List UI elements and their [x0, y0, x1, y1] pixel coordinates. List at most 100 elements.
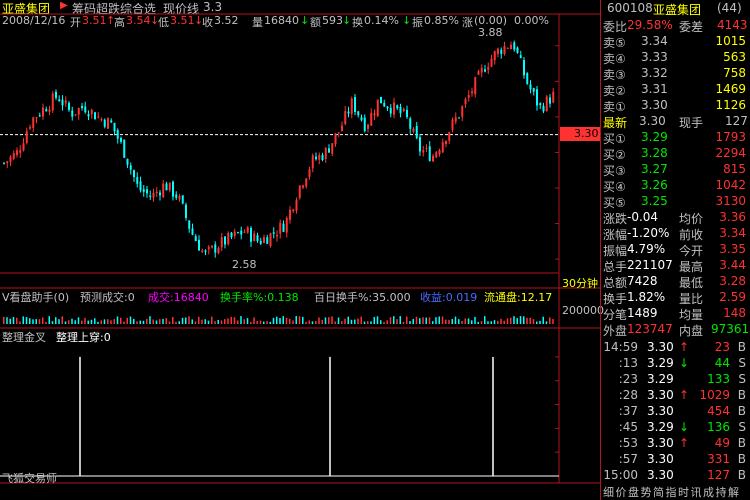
stat-label: 振幅: [603, 244, 628, 258]
volume-bar: [542, 316, 544, 324]
candle-body: [204, 250, 207, 252]
volume-bar: [328, 317, 330, 324]
tick-row: 14:59 3.30 ↑ 23 B: [601, 340, 750, 356]
candle-body: [159, 192, 161, 196]
volume-bar: [477, 321, 479, 324]
volume-bar: [490, 321, 492, 324]
candle-body: [269, 233, 272, 246]
bid-volume: 815: [723, 162, 746, 176]
signal-panel-title[interactable]: 整理金叉: [2, 329, 46, 345]
volume-bar: [113, 319, 115, 324]
volume-bar: [341, 321, 343, 324]
candle-body: [61, 99, 64, 106]
candle-body: [110, 120, 113, 123]
candle-body: [129, 165, 132, 170]
period-label[interactable]: 30分钟: [562, 275, 598, 291]
candle-body: [545, 96, 548, 112]
current-price-value: 3.30: [574, 127, 599, 140]
candle-body: [536, 89, 538, 106]
tick-row: :23 3.29 133 S: [601, 372, 750, 388]
candle-body: [113, 122, 116, 132]
tick-side: S: [738, 372, 746, 386]
volume-bar: [224, 319, 226, 324]
tick-price: 3.30: [647, 404, 674, 418]
bid-label: 买④: [603, 180, 626, 194]
volume-bar: [168, 321, 171, 324]
volume-bar: [428, 317, 431, 324]
volume-bar: [321, 319, 323, 324]
down-arrow-icon: ↓: [679, 420, 690, 434]
bid-row: 买⑤ 3.25 3130: [601, 194, 750, 210]
volume-bar: [133, 318, 135, 324]
volume-bar: [172, 317, 174, 324]
candle-body: [246, 227, 249, 233]
tick-time: 15:00: [603, 468, 638, 482]
candle-body: [380, 96, 382, 104]
candle-body: [68, 102, 70, 110]
candle-body: [279, 222, 282, 234]
candle-body: [347, 111, 350, 114]
candle-body: [146, 189, 148, 194]
tick-price: 3.30: [647, 436, 674, 450]
bid-volume: 2294: [715, 146, 746, 160]
up-arrow-icon: ↑: [679, 436, 690, 450]
candle-body: [201, 250, 204, 252]
volume-bar: [100, 320, 102, 324]
rp-bottom-tabs[interactable]: 细 价 盘 势 简 指 时 讯 成 持 解: [601, 484, 750, 500]
candle-body: [142, 189, 145, 192]
candle-body: [289, 209, 291, 220]
candle-body: [64, 100, 67, 104]
candle-body: [383, 102, 386, 107]
candle-body: [178, 195, 181, 200]
ask-label: 卖③: [603, 68, 626, 82]
volume-bar: [471, 320, 473, 324]
candle-body: [233, 231, 236, 236]
candle-body: [510, 44, 512, 50]
candle-body: [139, 181, 142, 191]
volume-bar: [227, 318, 229, 324]
bottom-tabs[interactable]: 细 价 盘 势 简 指 时 讯 成 持 解: [603, 484, 739, 500]
volume-bar: [311, 321, 314, 324]
kline-chart[interactable]: [0, 0, 600, 500]
candles: [3, 40, 555, 258]
up-arrow-icon: ↑: [679, 340, 690, 354]
candle-body: [77, 107, 80, 115]
tick-time: :28: [618, 388, 638, 402]
volume-bar: [233, 317, 236, 324]
volume-bar: [77, 317, 80, 324]
ask-volume: 758: [723, 66, 746, 80]
candle-body: [393, 102, 395, 115]
ask-volume: 563: [723, 50, 746, 64]
volume-bar: [487, 321, 489, 324]
ask-price: 3.34: [641, 34, 668, 48]
volume-bar: [237, 320, 239, 324]
last-price: 3.30: [639, 114, 666, 128]
tick-row: :57 3.30 331 B: [601, 452, 750, 468]
volume-bar: [42, 317, 44, 324]
volume-bar: [269, 321, 271, 324]
volume-bar: [344, 318, 346, 324]
candle-body: [422, 150, 425, 153]
volume-bar: [146, 318, 148, 324]
ask-label: 卖①: [603, 100, 626, 114]
volume-bar: [149, 316, 151, 324]
volume-bar: [367, 321, 369, 324]
volume-bar: [3, 316, 5, 324]
candle-body: [19, 150, 22, 153]
volume-bar: [48, 316, 50, 324]
stat-label: 总额: [603, 276, 628, 290]
bid-row: 买③ 3.27 815: [601, 162, 750, 178]
stat-label: 最低: [679, 276, 704, 290]
volume-bar: [399, 316, 401, 324]
volume-bar: [256, 320, 258, 324]
volume-panel-title[interactable]: V看盘助手(0): [2, 289, 69, 305]
candle-body: [84, 106, 87, 113]
volume-bar: [354, 319, 356, 324]
bid-price: 3.27: [641, 162, 668, 176]
volume-bar: [240, 316, 242, 324]
candle-body: [185, 204, 187, 218]
candle-body: [29, 127, 31, 129]
volume-bar: [155, 320, 158, 324]
candle-body: [425, 147, 428, 149]
candle-body: [454, 117, 457, 122]
